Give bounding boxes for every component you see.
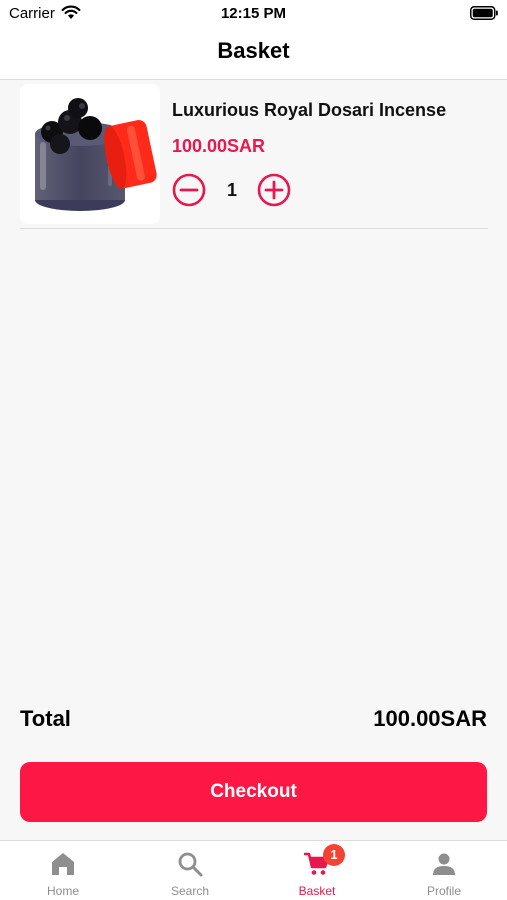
status-time: 12:15 PM xyxy=(220,5,287,22)
cart-item: Luxurious Royal Dosari Incense 100.00SAR… xyxy=(20,84,488,229)
home-icon xyxy=(52,853,74,875)
product-name: Luxurious Royal Dosari Incense xyxy=(172,100,447,120)
battery-icon xyxy=(470,6,498,20)
tab-bar: Home Search 1 Basket Profile xyxy=(0,840,507,900)
quantity-value: 1 xyxy=(226,180,237,200)
checkout-button[interactable]: Checkout xyxy=(20,762,487,822)
total-value: 100.00SAR xyxy=(373,706,487,731)
tab-home[interactable]: Home xyxy=(0,841,126,900)
cart-count-badge: 1 xyxy=(323,844,345,866)
decrease-quantity-button[interactable] xyxy=(172,173,206,207)
tab-search[interactable]: Search xyxy=(127,841,253,900)
tab-profile-label: Profile xyxy=(426,884,461,898)
increase-quantity-button[interactable] xyxy=(257,173,291,207)
tab-basket-label: Basket xyxy=(298,884,336,898)
profile-icon xyxy=(433,853,455,875)
tab-basket[interactable]: 1 Basket xyxy=(254,841,380,900)
plus-circle-icon xyxy=(257,173,291,207)
search-icon xyxy=(178,852,203,877)
product-price: 100.00SAR xyxy=(172,136,266,156)
tab-search-label: Search xyxy=(170,884,210,898)
tab-profile[interactable]: Profile xyxy=(381,841,507,900)
navigation-bar: Basket xyxy=(0,28,507,80)
product-image[interactable] xyxy=(20,84,160,224)
minus-circle-icon xyxy=(172,173,206,207)
page-title: Basket xyxy=(217,38,290,63)
status-bar: Carrier 12:15 PM xyxy=(0,0,507,28)
basket-screen: Carrier 12:15 PM Basket Luxurious Royal … xyxy=(0,0,507,900)
tab-home-label: Home xyxy=(46,884,79,898)
total-label: Total xyxy=(20,706,71,731)
incense-jar-image xyxy=(20,84,160,224)
